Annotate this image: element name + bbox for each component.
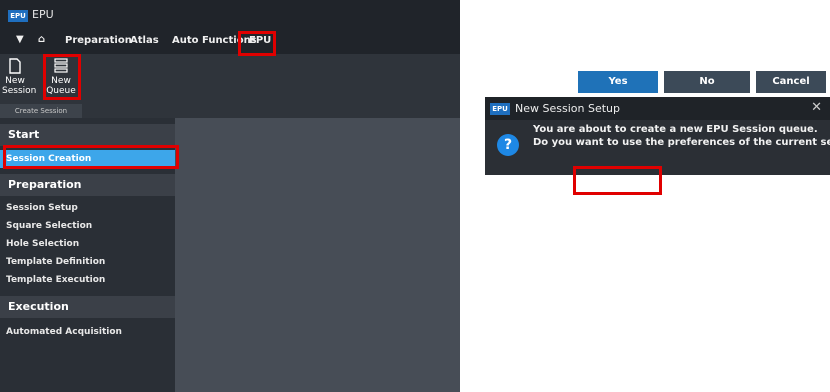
sidebar-item-hole-selection[interactable]: Hole Selection (0, 235, 175, 253)
cancel-button[interactable]: Cancel (756, 71, 826, 93)
no-button[interactable]: No (664, 71, 750, 93)
highlight-new-queue (43, 54, 81, 100)
menu-bar: ▼ ⌂ Preparation Atlas Auto Functions EPU (0, 30, 460, 54)
sidebar-item-session-setup[interactable]: Session Setup (0, 199, 175, 217)
yes-button[interactable]: Yes (578, 71, 658, 93)
new-session-label-1: New (5, 76, 25, 86)
dialog-message-line-2: Do you want to use the preferences of th… (533, 137, 830, 148)
sidebar-item-template-definition[interactable]: Template Definition (0, 253, 175, 271)
new-session-label-2: Session (2, 86, 37, 96)
sidebar-item-square-selection[interactable]: Square Selection (0, 217, 175, 235)
highlight-yes-button (573, 166, 662, 195)
ribbon-group-label: Create Session (0, 104, 82, 118)
close-icon[interactable]: ✕ (811, 100, 822, 115)
title-bar: EPU EPU (0, 0, 460, 30)
section-preparation: Preparation (0, 174, 175, 196)
section-execution: Execution (0, 296, 175, 318)
home-icon[interactable]: ⌂ (38, 34, 45, 45)
highlight-session-creation (3, 145, 179, 169)
dialog-title-bar: EPU New Session Setup ✕ (485, 97, 830, 120)
highlight-epu-tab (238, 31, 276, 56)
app-title: EPU (32, 8, 54, 21)
main-content-area (175, 118, 460, 392)
document-icon (9, 58, 21, 74)
epu-logo: EPU (8, 10, 28, 22)
dialog-message: You are about to create a new EPU Sessio… (533, 123, 830, 149)
question-icon: ? (497, 134, 519, 156)
sidebar-item-automated-acquisition[interactable]: Automated Acquisition (0, 323, 175, 341)
epu-application-window: EPU EPU ▼ ⌂ Preparation Atlas Auto Funct… (0, 0, 460, 392)
epu-logo: EPU (490, 103, 510, 115)
dialog-title: New Session Setup (515, 102, 620, 115)
menu-atlas[interactable]: Atlas (130, 35, 159, 46)
dropdown-arrow-icon[interactable]: ▼ (16, 34, 24, 45)
sidebar-item-template-execution[interactable]: Template Execution (0, 271, 175, 289)
section-start: Start (0, 124, 175, 146)
new-session-setup-dialog: EPU New Session Setup ✕ ? You are about … (485, 97, 830, 175)
menu-preparation[interactable]: Preparation (65, 35, 132, 46)
dialog-message-line-1: You are about to create a new EPU Sessio… (533, 124, 818, 135)
new-session-button[interactable]: New Session (2, 58, 36, 96)
